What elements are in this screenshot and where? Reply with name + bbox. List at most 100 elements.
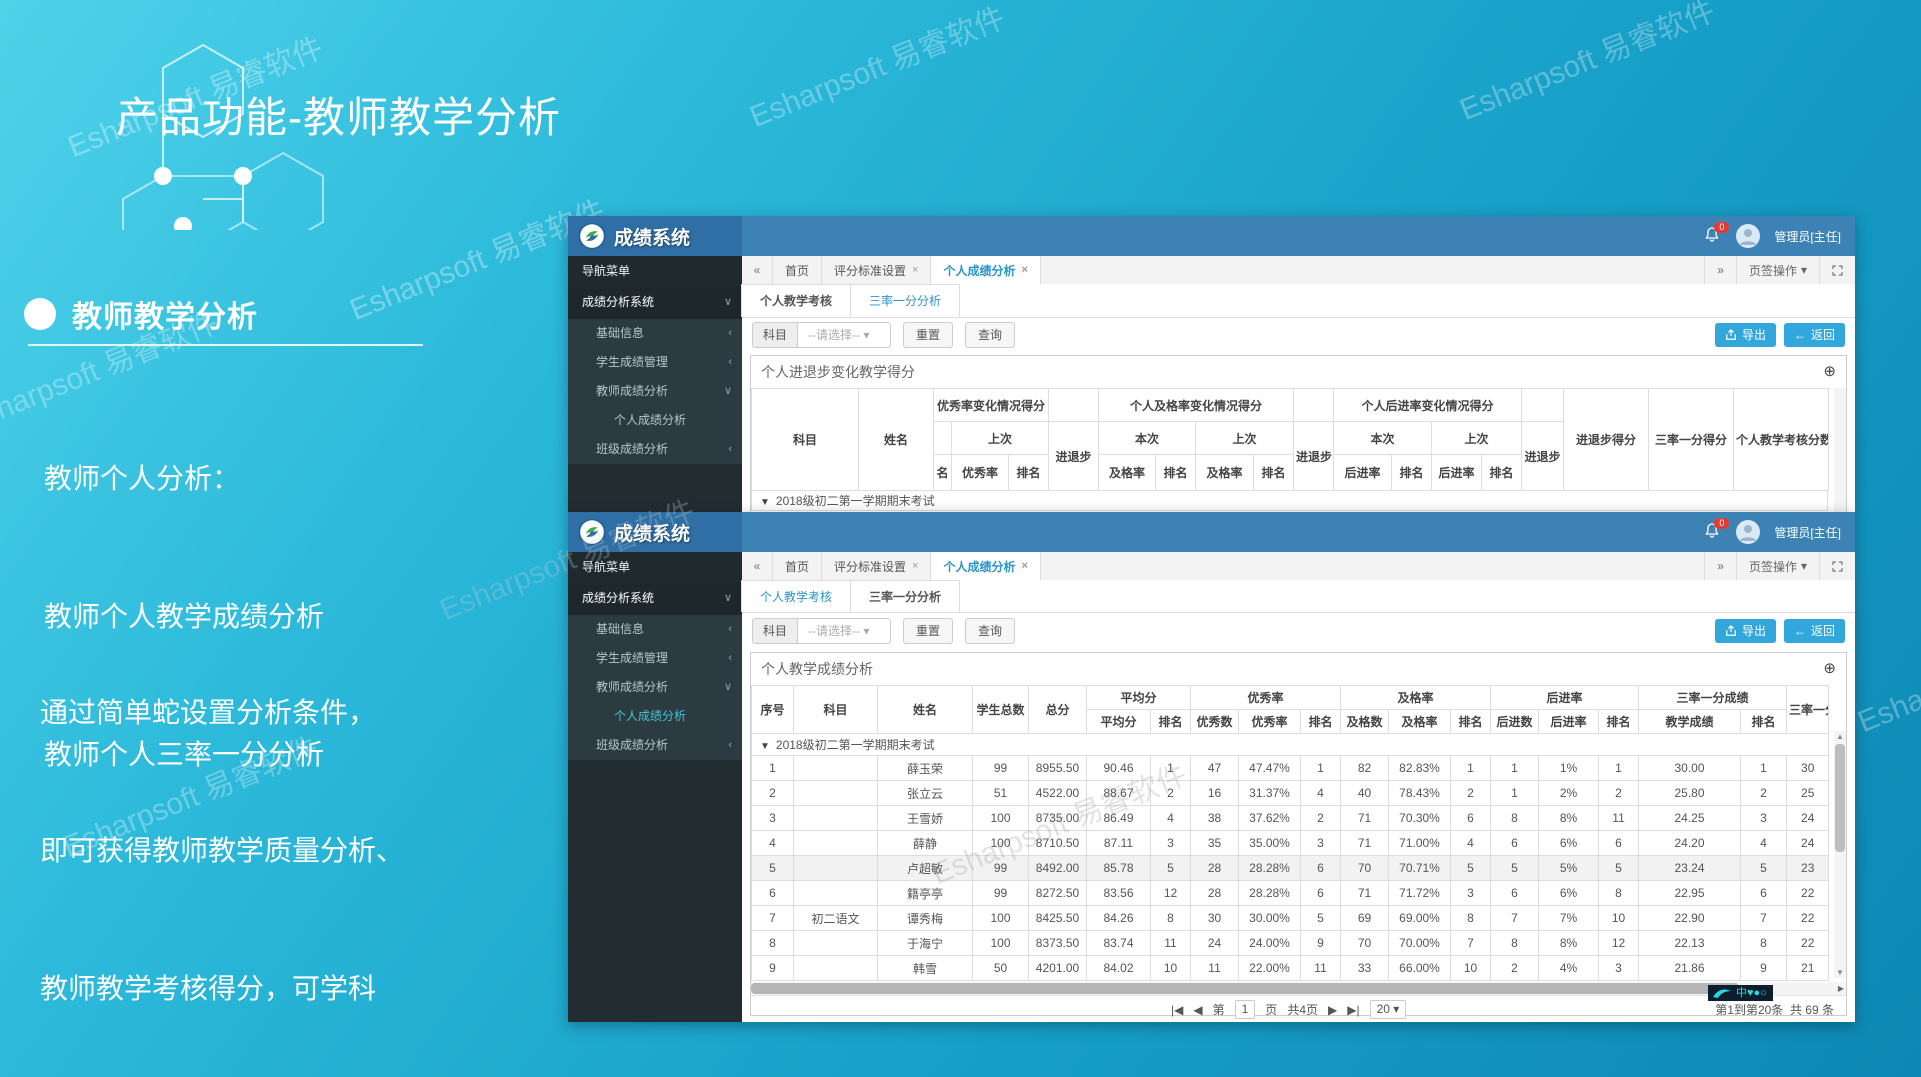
collapse-triangle-icon[interactable]: ▼: [760, 497, 770, 508]
sidebar-item-personal-score-analysis[interactable]: 个人成绩分析: [568, 702, 742, 731]
table-cell: 4: [1301, 781, 1341, 806]
close-icon[interactable]: ×: [1021, 560, 1027, 572]
table-cell: 70.30%: [1389, 806, 1451, 831]
table-row[interactable]: 2张立云514522.0088.6721631.37%44078.43%212%…: [752, 781, 1829, 806]
exam-group-row[interactable]: ▼2018级初二第一学期期末考试: [751, 491, 1828, 511]
fullscreen-icon[interactable]: [1819, 256, 1855, 284]
subject-select[interactable]: --请选择-- ▾: [798, 323, 890, 347]
tabs-scroll-right-icon[interactable]: »: [1704, 256, 1736, 284]
table-cell: 籍亭亭: [878, 881, 973, 906]
back-button[interactable]: ← 返回: [1784, 619, 1845, 643]
last-page-icon[interactable]: ▶|: [1347, 1003, 1359, 1017]
sidebar-item-class-score-analysis[interactable]: 班级成绩分析‹: [568, 435, 742, 464]
table-cell: 24: [1787, 831, 1829, 856]
tab-personal-score-analysis[interactable]: 个人成绩分析 ×: [931, 552, 1040, 580]
query-button[interactable]: 查询: [965, 322, 1015, 348]
scroll-right-icon[interactable]: ▶: [1838, 982, 1844, 995]
horizontal-scrollbar[interactable]: ▶: [751, 982, 1846, 995]
query-button[interactable]: 查询: [965, 618, 1015, 644]
tab-scoring-standard[interactable]: 评分标准设置×: [822, 256, 931, 284]
fullscreen-icon[interactable]: [1819, 552, 1855, 580]
subject-select[interactable]: --请选择-- ▾: [798, 619, 890, 643]
page-number-input[interactable]: 1: [1235, 1000, 1256, 1019]
table-row[interactable]: 5卢超敏998492.0085.7852828.28%67070.71%555%…: [752, 856, 1829, 881]
tab-label: 个人成绩分析: [943, 558, 1015, 575]
sidebar-item-basic-info[interactable]: 基础信息‹: [568, 319, 742, 348]
table-cell: 22.95: [1639, 881, 1741, 906]
scroll-down-icon[interactable]: ▼: [1834, 968, 1846, 977]
sidebar-item-score-analysis-system[interactable]: 成绩分析系统 ∨: [568, 582, 742, 615]
first-page-icon[interactable]: |◀: [1171, 1003, 1183, 1017]
reset-button[interactable]: 重置: [903, 618, 953, 644]
table-cell: 47.47%: [1239, 756, 1301, 781]
bullet-circle-icon: [24, 298, 56, 330]
scrollbar-thumb[interactable]: [1835, 744, 1845, 852]
subtab-three-rate-one-score[interactable]: 三率一分分析: [850, 284, 960, 317]
column-header-empty: [1294, 389, 1334, 422]
sidebar-item-teacher-score-analysis[interactable]: 教师成绩分析∨: [568, 377, 742, 406]
tab-personal-score-analysis[interactable]: 个人成绩分析×: [931, 256, 1040, 284]
subtab-personal-teaching-assessment[interactable]: 个人教学考核: [741, 580, 851, 612]
export-button[interactable]: 导出: [1715, 323, 1776, 347]
toolbar-right-buttons: 导出 ← 返回: [1715, 619, 1845, 643]
sidebar-item-student-scores[interactable]: 学生成绩管理‹: [568, 348, 742, 377]
collapse-triangle-icon[interactable]: ▼: [760, 741, 770, 752]
notifications-bell-icon[interactable]: 0: [1704, 226, 1722, 246]
analysis-table-body: ▼2018级初二第一学期期末考试 1薛玉荣998955.5090.4614747…: [752, 734, 1829, 981]
page-size-select[interactable]: 20 ▾: [1370, 1000, 1407, 1019]
user-name[interactable]: 管理员[主任]: [1774, 228, 1841, 245]
back-button[interactable]: ← 返回: [1784, 323, 1845, 347]
table-row[interactable]: 1薛玉荣998955.5090.4614747.47%18282.83%111%…: [752, 756, 1829, 781]
table-row[interactable]: 6籍亭亭998272.5083.56122828.28%67171.72%366…: [752, 881, 1829, 906]
tab-operations-dropdown[interactable]: 页签操作▾: [1736, 552, 1819, 580]
table-cell: 71: [1341, 881, 1389, 906]
table-row[interactable]: 3王雪娇1008735.0086.4943837.62%27170.30%688…: [752, 806, 1829, 831]
next-page-icon[interactable]: ▶: [1328, 1003, 1337, 1017]
user-avatar[interactable]: [1736, 224, 1760, 248]
exam-group-row[interactable]: ▼2018级初二第一学期期末考试: [752, 734, 1829, 756]
vertical-scrollbar[interactable]: ▲ ▼: [1834, 731, 1846, 978]
table-cell: 4: [1451, 831, 1491, 856]
table-row[interactable]: 8于海宁1008373.5083.74112424.00%97070.00%78…: [752, 931, 1829, 956]
tab-home[interactable]: 首页: [773, 256, 822, 284]
tabs-scroll-left-icon[interactable]: «: [742, 552, 773, 580]
table-row[interactable]: 4薛静1008710.5087.1133535.00%37171.00%466%…: [752, 831, 1829, 856]
close-icon[interactable]: ×: [1021, 264, 1027, 276]
reset-button[interactable]: 重置: [903, 322, 953, 348]
column-header-cut: 三率一分: [1787, 686, 1829, 734]
sidebar-item-student-scores[interactable]: 学生成绩管理‹: [568, 644, 742, 673]
sidebar-item-class-score-analysis[interactable]: 班级成绩分析‹: [568, 731, 742, 760]
subtab-three-rate-one-score[interactable]: 三率一分分析: [850, 580, 960, 612]
user-name[interactable]: 管理员[主任]: [1774, 524, 1841, 541]
watermark-text: Esharpsoft 易睿软件: [742, 0, 1010, 136]
scrollbar-thumb[interactable]: [751, 983, 1739, 994]
prev-page-icon[interactable]: ◀: [1193, 1003, 1202, 1017]
close-icon[interactable]: ×: [912, 560, 918, 572]
table-cell: [794, 806, 878, 831]
sidebar-item-teacher-score-analysis[interactable]: 教师成绩分析∨: [568, 673, 742, 702]
export-button[interactable]: 导出: [1715, 619, 1776, 643]
notifications-bell-icon[interactable]: 0: [1704, 522, 1722, 542]
table-cell: 1: [1491, 756, 1539, 781]
table-cell: 24.00%: [1239, 931, 1301, 956]
panel-settings-icon[interactable]: ⊕: [1823, 653, 1836, 685]
vertical-scrollbar[interactable]: ▲: [1834, 388, 1846, 512]
tab-home[interactable]: 首页: [773, 552, 822, 580]
scroll-up-icon[interactable]: ▲: [1834, 732, 1846, 741]
tab-operations-dropdown[interactable]: 页签操作▾: [1736, 256, 1819, 284]
tab-scoring-standard[interactable]: 评分标准设置×: [822, 552, 931, 580]
table-row[interactable]: 9韩雪504201.0084.02101122.00%113366.00%102…: [752, 956, 1829, 981]
user-avatar[interactable]: [1736, 520, 1760, 544]
table-cell: 3: [752, 806, 794, 831]
panel-settings-icon[interactable]: ⊕: [1823, 356, 1836, 388]
close-icon[interactable]: ×: [912, 264, 918, 276]
sidebar-item-personal-score-analysis[interactable]: 个人成绩分析: [568, 406, 742, 435]
subtab-personal-teaching-assessment[interactable]: 个人教学考核: [741, 284, 851, 317]
sidebar-item-basic-info[interactable]: 基础信息‹: [568, 615, 742, 644]
sub-tab-bar: 个人教学考核 三率一分分析: [742, 580, 1855, 613]
tabs-scroll-left-icon[interactable]: «: [742, 256, 773, 284]
tabs-scroll-right-icon[interactable]: »: [1704, 552, 1736, 580]
table-cell: [794, 831, 878, 856]
table-row[interactable]: 7初二语文谭秀梅1008425.5084.2683030.00%56969.00…: [752, 906, 1829, 931]
sidebar-item-score-analysis-system[interactable]: 成绩分析系统 ∨: [568, 286, 742, 319]
